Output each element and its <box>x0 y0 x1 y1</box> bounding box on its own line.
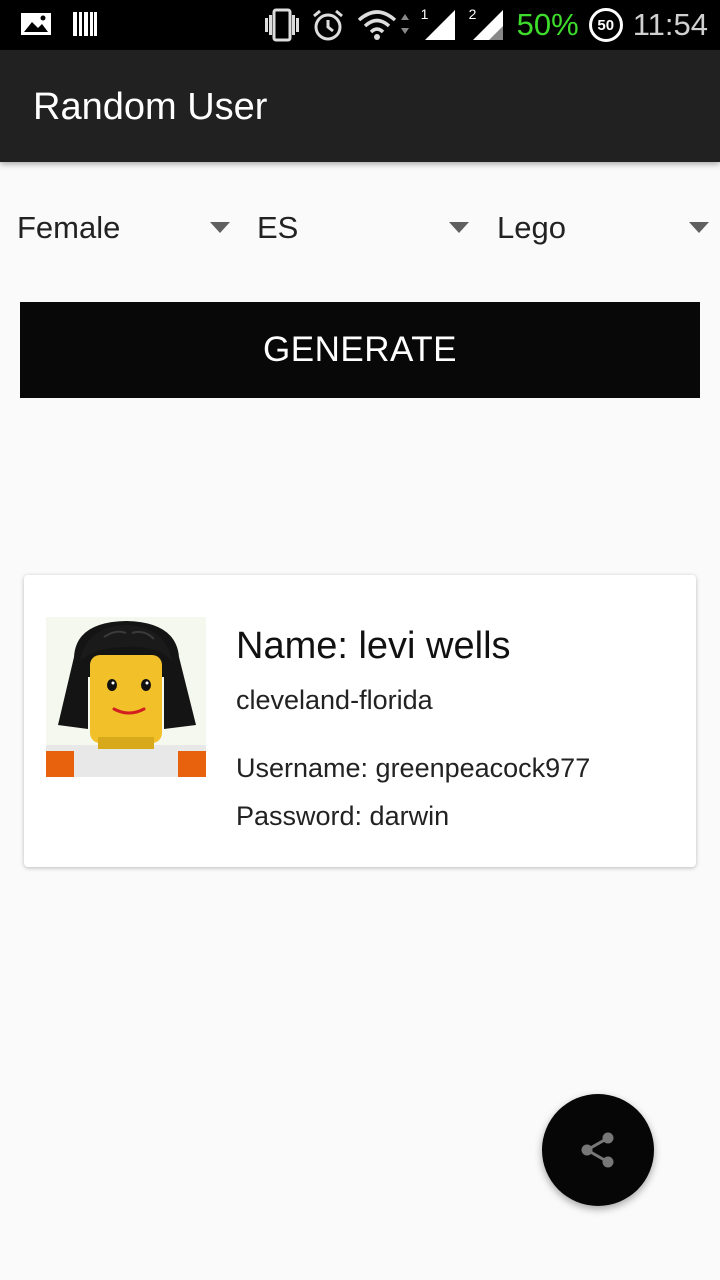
generate-button[interactable]: GENERATE <box>20 302 700 398</box>
clock: 11:54 <box>632 7 708 42</box>
user-card: Name: levi wells cleveland-florida Usern… <box>24 575 696 867</box>
signal-icon: 2 <box>468 6 507 42</box>
alarm-icon <box>311 8 345 42</box>
style-spinner[interactable]: Lego <box>497 200 711 256</box>
user-name: Name: levi wells <box>236 625 511 667</box>
gender-spinner-value: Female <box>17 210 121 245</box>
battery-percent: 50% <box>516 7 579 42</box>
vibrate-icon <box>263 8 301 42</box>
user-avatar <box>46 617 206 777</box>
gender-spinner[interactable]: Female <box>17 200 232 256</box>
share-fab[interactable] <box>542 1094 654 1206</box>
signal-icon: 1 <box>420 6 459 42</box>
style-spinner-value: Lego <box>497 210 566 245</box>
app-bar: Random User <box>0 50 720 162</box>
sim-1-label: 1 <box>420 6 429 22</box>
battery-badge: 50 <box>597 16 615 34</box>
share-icon <box>581 1132 614 1168</box>
user-username: Username: greenpeacock977 <box>236 753 591 783</box>
image-icon <box>20 10 52 38</box>
chevron-down-icon <box>449 222 469 233</box>
app-title: Random User <box>33 86 268 128</box>
user-location: cleveland-florida <box>236 685 433 715</box>
wifi-icon <box>355 8 411 42</box>
nationality-spinner[interactable]: ES <box>257 200 471 256</box>
user-password: Password: darwin <box>236 801 450 831</box>
barcode-icon <box>72 10 98 38</box>
chevron-down-icon <box>210 222 230 233</box>
chevron-down-icon <box>689 222 709 233</box>
sim-2-label: 2 <box>468 6 477 22</box>
lego-minifigure-avatar <box>46 617 206 777</box>
battery-icon: 50 <box>588 8 623 42</box>
nationality-spinner-value: ES <box>257 210 299 245</box>
status-bar: 1 2 50% 50 11:54 <box>0 0 720 50</box>
